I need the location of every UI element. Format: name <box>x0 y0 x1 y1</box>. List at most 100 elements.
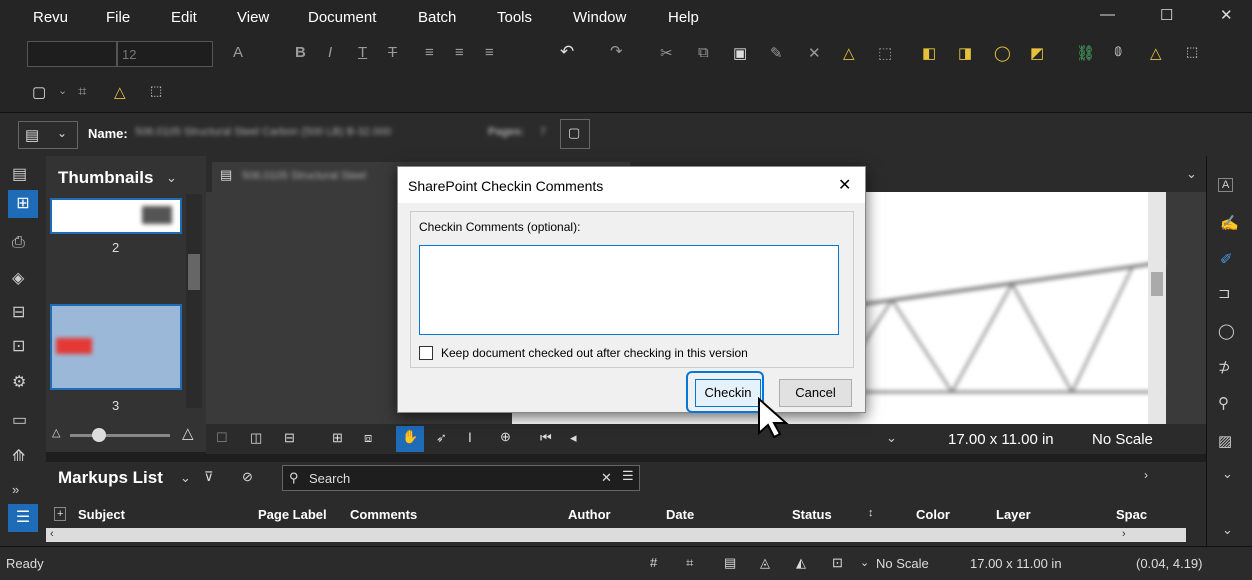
link-icon[interactable]: ⛓ <box>1076 44 1095 62</box>
highlight-icon[interactable]: △ <box>843 44 855 62</box>
undo-icon[interactable]: ↶ <box>560 42 574 62</box>
paste-icon[interactable]: ▣ <box>733 44 747 62</box>
two-page-icon[interactable]: ◫ <box>250 430 262 446</box>
stamp-icon[interactable]: ⚲ <box>1218 394 1229 412</box>
chevron-down-icon[interactable]: ⌄ <box>1186 166 1197 182</box>
col-date[interactable]: Date <box>666 507 694 522</box>
align-left-icon[interactable]: ≡ <box>425 44 434 61</box>
scroll-right-icon[interactable]: › <box>1122 528 1126 540</box>
search-box[interactable]: ⚲ Search ✕ <box>282 465 640 491</box>
layers-icon[interactable]: ◈ <box>12 268 24 288</box>
markup-tool-3-icon[interactable]: ◯ <box>994 44 1011 62</box>
redo-icon[interactable]: ↷ <box>610 42 623 60</box>
bold-icon[interactable]: B <box>295 44 306 61</box>
slider-handle[interactable] <box>92 428 106 442</box>
chevron-down-icon[interactable]: ⌄ <box>1222 466 1233 482</box>
select-icon[interactable]: ➶ <box>436 430 447 446</box>
pan-tool-button[interactable]: ✋ <box>396 426 424 452</box>
snapshot-icon[interactable]: ⬚ <box>1186 44 1198 60</box>
scroll-left-icon[interactable]: ‹ <box>50 528 54 540</box>
cloud-icon[interactable]: ◯ <box>1218 322 1235 340</box>
maximize-button[interactable]: ☐ <box>1160 6 1173 24</box>
col-subject[interactable]: Subject <box>78 507 125 522</box>
italic-icon[interactable]: I <box>328 44 332 61</box>
expand-all-icon[interactable]: + <box>54 507 67 521</box>
comments-textarea[interactable] <box>419 245 839 335</box>
minimize-button[interactable]: — <box>1100 6 1115 23</box>
measure-rail-icon[interactable]: ▭ <box>12 410 27 430</box>
align-center-icon[interactable]: ≡ <box>455 44 464 61</box>
snap-content-icon[interactable]: ▤ <box>724 555 736 571</box>
chevron-down-icon[interactable]: ⌄ <box>1222 522 1233 538</box>
attachment-icon[interactable]: 𝟘 <box>1114 44 1122 60</box>
file-access-icon[interactable]: ▤ <box>12 164 27 184</box>
status-scale[interactable]: No Scale <box>876 556 929 571</box>
crop-icon[interactable]: ⌗ <box>78 83 86 100</box>
first-page-icon[interactable]: ⏮ <box>540 430 552 446</box>
keep-checked-out-checkbox[interactable] <box>419 346 433 360</box>
image-icon[interactable]: ▨ <box>1218 432 1232 450</box>
thumbnails-icon[interactable]: ⊞ <box>8 190 38 218</box>
format-painter-icon[interactable]: ✎ <box>770 44 783 62</box>
markup-tool-4-icon[interactable]: ◩ <box>1030 44 1044 62</box>
scrollbar-thumb[interactable] <box>188 254 200 290</box>
scale-readout[interactable]: No Scale <box>1092 431 1153 448</box>
snapshot-icon-2[interactable]: ⬚ <box>150 83 162 99</box>
callout-icon[interactable]: ⊐ <box>1218 284 1231 302</box>
pen-icon[interactable]: ✍ <box>1220 214 1239 232</box>
col-author[interactable]: Author <box>568 507 611 522</box>
menu-tools[interactable]: Tools <box>497 9 532 26</box>
bookmarks-icon[interactable]: ⎙ <box>12 234 25 252</box>
snap-grid-icon[interactable]: ⌗ <box>686 555 693 571</box>
sort-icon[interactable]: ↕ <box>868 507 874 519</box>
close-button[interactable]: ✕ <box>1220 6 1233 24</box>
font-color-icon[interactable]: A <box>233 44 243 61</box>
col-comments[interactable]: Comments <box>350 507 417 522</box>
thumbnails-scrollbar[interactable] <box>186 194 202 408</box>
zoom-icon[interactable]: ⊕ <box>500 429 511 445</box>
menu-revu[interactable]: Revu <box>33 9 68 26</box>
sync-icon[interactable]: ⊡ <box>832 555 843 571</box>
chevron-down-icon[interactable]: ⌄ <box>58 84 67 97</box>
list-options-icon[interactable]: ☰ <box>622 468 634 484</box>
properties-icon[interactable]: ⊡ <box>12 336 25 356</box>
menu-view[interactable]: View <box>237 9 269 26</box>
continuous-icon[interactable]: ⊟ <box>284 430 295 446</box>
col-layer[interactable]: Layer <box>996 507 1031 522</box>
font-size-dropdown[interactable]: 12 <box>117 41 213 67</box>
page-scrollbar[interactable] <box>1148 192 1166 424</box>
dialog-close-icon[interactable]: ✕ <box>838 175 851 195</box>
chevron-down-icon[interactable]: ⌄ <box>166 170 177 186</box>
col-status[interactable]: Status <box>792 507 832 522</box>
toolchest-icon[interactable]: ⊟ <box>12 302 25 322</box>
underline-icon[interactable]: T <box>358 44 367 61</box>
text-box-icon[interactable]: A <box>1218 178 1234 192</box>
thumbnail-page-3[interactable] <box>50 304 182 390</box>
select-area-icon[interactable]: ⬚ <box>878 44 892 62</box>
snap-markup-icon[interactable]: ◬ <box>760 555 770 571</box>
font-family-dropdown[interactable] <box>27 41 117 67</box>
single-page-icon[interactable]: ☐ <box>216 430 228 446</box>
col-space[interactable]: Spac <box>1116 507 1147 522</box>
text-select-icon[interactable]: Ⅰ <box>468 430 472 446</box>
menu-file[interactable]: File <box>106 9 130 26</box>
chevron-down-icon[interactable]: ⌄ <box>860 556 869 569</box>
menu-document[interactable]: Document <box>308 9 376 26</box>
clear-search-icon[interactable]: ✕ <box>601 470 612 486</box>
reuse-icon[interactable]: ◭ <box>796 555 806 571</box>
col-color[interactable]: Color <box>916 507 950 522</box>
doc-menu-button[interactable]: ▤ ⌄ <box>18 121 78 149</box>
menu-edit[interactable]: Edit <box>171 9 197 26</box>
thumbnail-size-slider[interactable]: △ △ <box>52 425 194 446</box>
markup-tool-1-icon[interactable]: ◧ <box>922 44 936 62</box>
highlight-icon-2[interactable]: △ <box>114 83 126 101</box>
settings-icon[interactable]: ⚙ <box>12 372 26 392</box>
measure-icon[interactable]: △ <box>1150 44 1162 62</box>
grid-icon[interactable]: # <box>650 555 657 570</box>
checkin-button[interactable]: Checkin <box>695 379 761 407</box>
chevron-down-icon[interactable]: ⌄ <box>180 470 191 486</box>
markups-list-icon[interactable]: ☰ <box>8 504 38 532</box>
cut-icon[interactable]: ✂ <box>660 44 673 62</box>
filter-icon[interactable]: ⊽ <box>204 469 214 485</box>
markup-rail-icon[interactable]: ⟰ <box>12 446 25 466</box>
